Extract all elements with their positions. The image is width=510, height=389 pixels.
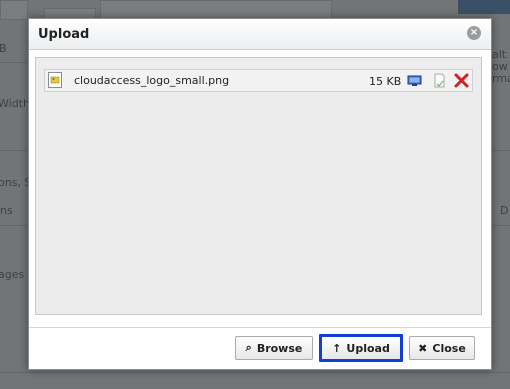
close-button[interactable]: ✖ Close [409,336,475,360]
document-icon[interactable] [432,73,447,88]
background-text: B [0,42,7,55]
background-text: D [500,204,509,217]
upload-button[interactable]: ↑ Upload [319,334,403,362]
file-size: 15 KB [369,75,402,88]
browse-button-label: Browse [256,341,303,355]
footer-divider [29,327,491,328]
background-divider [0,372,510,373]
background-divider [490,150,510,151]
background-panel [0,0,28,20]
background-divider [0,225,28,226]
background-divider [490,225,510,226]
background-text: Width [0,97,30,110]
dialog-titlebar: Upload × [29,19,491,50]
monitor-icon[interactable] [407,73,422,88]
background-text: ons, S [0,176,32,189]
browse-button[interactable]: ⌕ Browse [235,336,313,360]
background-text: rma [492,72,510,85]
dialog-title: Upload [38,27,90,42]
background-text: ages [0,268,25,281]
file-name: cloudaccess_logo_small.png [74,74,230,87]
file-list-item[interactable]: cloudaccess_logo_small.png 15 KB [44,69,473,92]
background-divider [0,62,28,63]
upload-button-label: Upload [346,341,390,355]
upload-dialog: Upload × cloudaccess_logo_small.png 15 K… [28,18,492,370]
image-file-icon [48,72,62,88]
delete-icon[interactable] [454,73,469,88]
background-divider [0,150,28,151]
background-banner [458,0,510,14]
close-icon: ✖ [418,341,428,355]
close-button-label: Close [432,341,466,355]
search-icon: ⌕ [245,341,252,354]
up-arrow-icon: ↑ [332,341,342,355]
close-icon[interactable]: × [467,26,481,40]
background-panel [100,0,332,20]
background-text: ns [0,204,13,217]
file-list: cloudaccess_logo_small.png 15 KB [35,57,482,315]
